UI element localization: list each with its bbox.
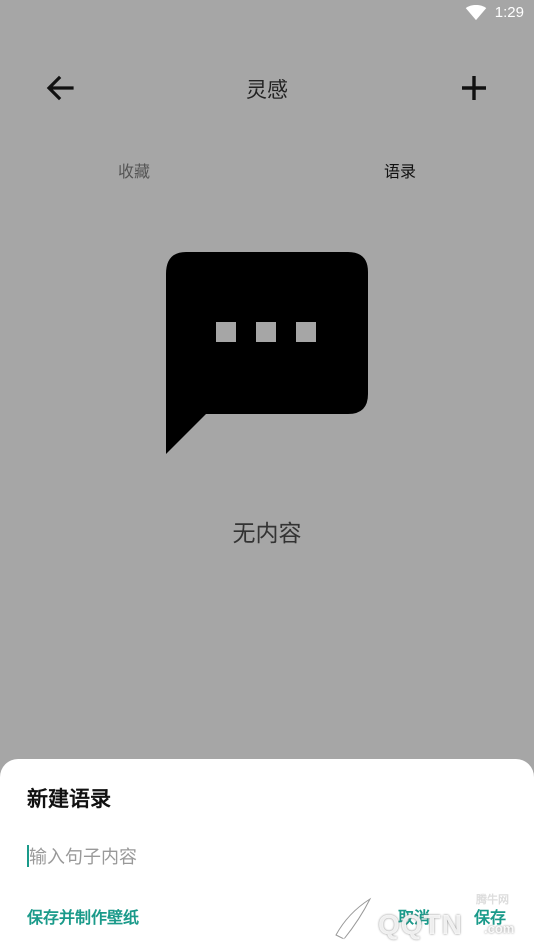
watermark-brand: QQTN xyxy=(378,909,463,940)
watermark-small-text: 腾牛网 xyxy=(476,894,509,906)
watermark-domain: .com xyxy=(484,921,515,936)
tab-favorites[interactable]: 收藏 xyxy=(118,158,150,182)
tab-bar: 收藏 语录 xyxy=(0,150,534,190)
wifi-icon xyxy=(465,4,487,20)
quote-input[interactable] xyxy=(29,843,489,871)
sheet-title: 新建语录 xyxy=(27,787,111,811)
save-and-make-wallpaper-button[interactable]: 保存并制作壁纸 xyxy=(27,904,139,928)
watermark-logo: QQTN 腾牛网 .com xyxy=(330,893,530,947)
status-bar: 1:29 xyxy=(0,0,534,28)
status-icons: 1:29 xyxy=(465,4,524,21)
app-bar: 灵感 xyxy=(0,56,534,116)
add-button[interactable] xyxy=(452,66,496,110)
empty-state-text: 无内容 xyxy=(232,521,302,547)
clock: 1:29 xyxy=(494,4,524,21)
plus-icon xyxy=(462,76,486,100)
watermark-leaf-icon xyxy=(331,897,375,945)
tab-quotes[interactable]: 语录 xyxy=(384,158,416,182)
quote-input-wrapper xyxy=(27,843,507,871)
message-icon xyxy=(166,252,368,454)
